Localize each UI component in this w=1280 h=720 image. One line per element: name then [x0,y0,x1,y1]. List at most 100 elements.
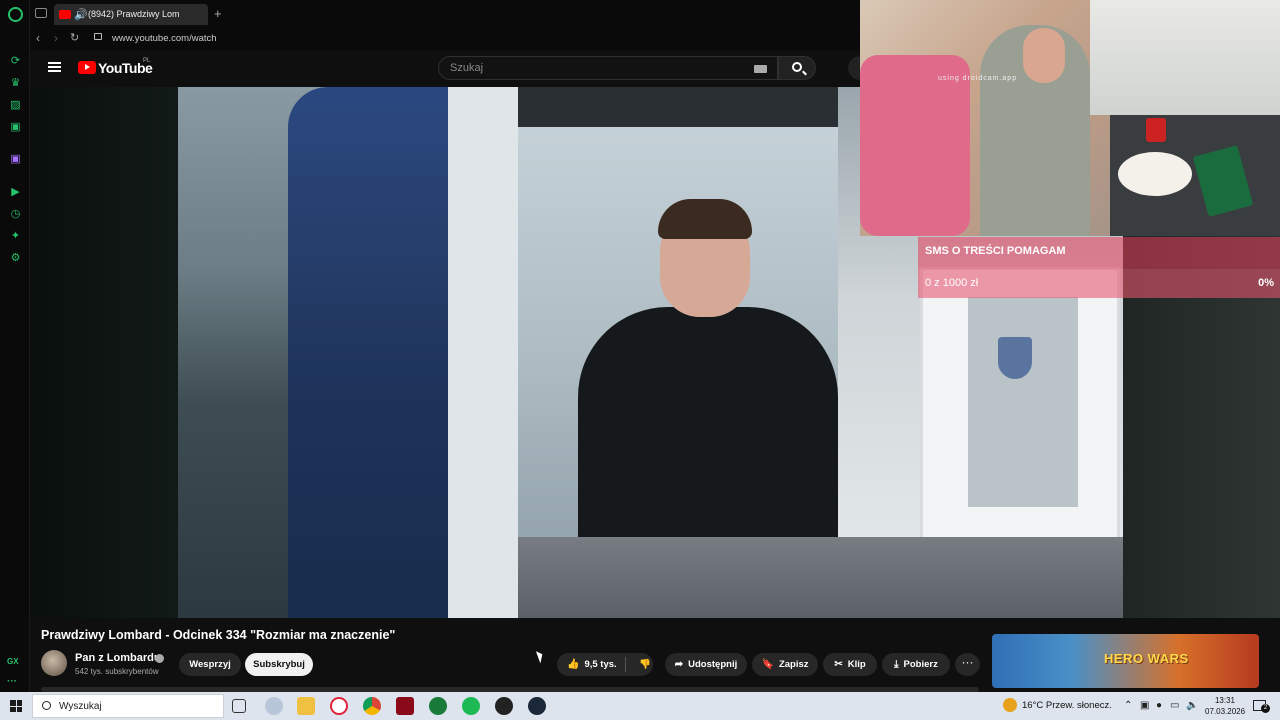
weather-text[interactable]: 16°C Przew. słonecz. [1022,700,1112,711]
messenger-icon[interactable]: ▣ [9,121,22,134]
extensions-icon[interactable]: ✦ [9,230,22,243]
donation-amount: 0 z 1000 zł [925,277,979,289]
thumbs-down-icon: 👎 [639,659,651,670]
share-button[interactable]: ➦ Udostępnij [665,653,747,676]
lock-icon[interactable] [94,33,102,40]
player-icon[interactable]: ▶ [9,186,22,199]
scissors-icon: ✂ [834,659,843,670]
clock-date: 07.03.2026 [1205,707,1246,716]
video-scene-person-blue [288,87,448,618]
download-button[interactable]: ⤓ Pobierz [882,653,950,676]
subscriber-count: 542 tys. subskrybentów [75,667,159,676]
search-input[interactable]: Szukaj [438,56,778,80]
youtube-favicon-icon [59,10,71,19]
youtube-logo-icon[interactable] [78,61,96,74]
back-icon[interactable]: ‹ [36,31,40,45]
channel-avatar[interactable] [41,650,67,676]
volume-icon[interactable]: 🔈 [1186,700,1198,711]
search-button[interactable] [778,56,816,80]
save-button[interactable]: 🔖 Zapisz [752,653,818,676]
video-scene-pillar [448,87,518,618]
like-count: 9,5 tys. [584,659,617,670]
menu-icon[interactable] [48,62,61,72]
task-view-icon[interactable] [232,699,246,713]
search-placeholder: Szukaj [450,62,484,74]
donation-percent: 0% [1258,277,1274,289]
video-scene-person-hair [658,199,752,239]
channel-name[interactable]: Pan z Lombardu [75,652,161,664]
webcam-mug [1146,118,1166,142]
webcam-chair [860,55,970,236]
support-button[interactable]: Wesprzyj [179,653,241,676]
steam-icon[interactable] [528,697,546,715]
gx-label: GX [7,657,19,666]
tray-app-icon[interactable]: ▣ [1140,700,1149,711]
mouse-cursor-icon [535,649,546,664]
opera-gx-logo-icon[interactable] [8,7,23,22]
webcam-person-head [1023,28,1065,83]
video-scene-counter [518,537,1123,618]
taskbar-clock[interactable]: 13:31 07.03.2026 [1205,695,1245,717]
donation-title: SMS O TREŚCI POMAGAM [925,245,1066,257]
browser-sidebar: ⟳ ♛ ▨ ▣ ▣ ▶ ◷ ✦ ⚙ GX ··· [0,0,30,692]
like-dislike-divider [625,657,626,672]
spotify-icon[interactable] [462,697,480,715]
save-label: Zapisz [778,659,809,670]
gx-corner-icon[interactable]: ♛ [9,77,22,90]
url-field[interactable]: www.youtube.com/watch [112,33,217,44]
clip-button[interactable]: ✂ Klip [823,653,877,676]
xbox-icon[interactable] [429,697,447,715]
gx-cleaner-icon[interactable]: ▨ [9,99,22,112]
taskbar-search-icon [42,701,51,710]
copilot-icon[interactable] [265,697,283,715]
windows-start-icon[interactable] [10,700,22,712]
weather-icon[interactable] [1003,698,1017,712]
subscribe-label: Subskrybuj [253,659,305,670]
tab-switcher-icon[interactable] [35,8,47,18]
webcam-window [1090,0,1280,115]
chrome-icon[interactable] [363,697,381,715]
download-label: Pobierz [903,659,938,670]
more-actions-button[interactable]: ··· [955,653,980,676]
opera-gx-taskbar-icon[interactable] [330,697,348,715]
share-label: Udostępnij [688,659,738,670]
settings-gear-icon[interactable]: ⚙ [9,252,22,265]
taskbar-search-label: Wyszukaj [59,701,102,712]
gx-control-icon[interactable]: ⟳ [9,55,22,68]
donation-goal-widget: SMS O TREŚCI POMAGAM 0 z 1000 zł 0% [918,237,1280,298]
new-tab-button[interactable]: + [214,6,222,21]
webcam-plate [1118,152,1192,196]
address-bar: ‹ › ↻ www.youtube.com/watch [30,28,860,50]
tab-youtube[interactable]: 🔊 (8942) Prawdziwy Lom [54,4,208,25]
app-red-icon[interactable] [396,697,414,715]
reload-icon[interactable]: ↻ [70,31,79,44]
windows-taskbar: Wyszukaj 16°C Przew. słonecz. ⌃ ▣ ● ▭ 🔈 … [0,692,1280,720]
tray-overflow-icon[interactable]: ⌃ [1124,700,1132,711]
clock-time: 13:31 [1214,696,1236,705]
obs-icon[interactable] [495,697,513,715]
speaker-icon[interactable]: 🔊 [74,8,88,21]
download-icon: ⤓ [894,659,899,670]
ad-banner[interactable]: HERO WARS [992,634,1259,688]
youtube-header: YouTube PL Szukaj [30,50,862,86]
forward-icon[interactable]: › [54,31,58,45]
country-code: PL [143,58,151,64]
sidebar-more-icon[interactable]: ··· [7,676,17,687]
share-icon: ➦ [674,659,684,670]
subscribe-button[interactable]: Subskrybuj [245,653,313,676]
microphone-icon[interactable]: ● [1156,700,1162,711]
dislike-button[interactable]: 👎 [630,653,660,676]
ad-text: HERO WARS [1104,651,1189,666]
tab-bar: 🔊 (8942) Prawdziwy Lom + [30,0,860,28]
keyboard-icon[interactable] [754,65,767,73]
notification-badge: 2 [1261,704,1270,713]
webcam-watermark: using droidcam.app [938,75,1018,82]
clip-label: Klip [847,659,866,670]
thumbs-up-icon: 👍 [567,659,580,670]
twitch-icon[interactable]: ▣ [9,153,22,166]
file-explorer-icon[interactable] [297,697,315,715]
network-icon[interactable]: ▭ [1170,700,1179,711]
history-icon[interactable]: ◷ [9,208,22,221]
taskbar-search-box[interactable]: Wyszukaj [32,694,224,718]
support-label: Wesprzyj [189,659,231,670]
